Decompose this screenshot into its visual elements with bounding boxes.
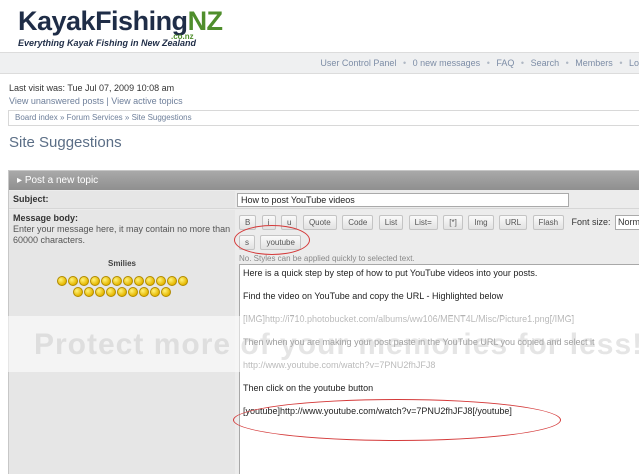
nav-members[interactable]: Members: [575, 58, 613, 68]
smiley-icon[interactable]: [139, 286, 149, 297]
site-logo[interactable]: KayakFishingNZ .co.nz Everything Kayak F…: [18, 6, 223, 48]
smiley-icon[interactable]: [84, 286, 94, 297]
message-line: Find the video on YouTube and copy the U…: [243, 291, 504, 301]
nav-faq[interactable]: FAQ: [496, 58, 514, 68]
smiley-icon[interactable]: [128, 286, 138, 297]
smiley-icon[interactable]: [100, 275, 111, 286]
breadcrumb-board-index[interactable]: Board index: [15, 113, 58, 122]
nav-separator: •: [619, 58, 623, 68]
subject-label: Subject:: [13, 194, 49, 204]
bold-button[interactable]: B: [239, 215, 257, 230]
visit-info: Last visit was: Tue Jul 07, 2009 10:08 a…: [9, 82, 183, 108]
url-button[interactable]: URL: [499, 215, 528, 230]
youtube-button[interactable]: youtube: [260, 235, 301, 250]
list-button[interactable]: List: [378, 215, 404, 230]
smiley-icon[interactable]: [111, 275, 122, 286]
breadcrumb-separator: »: [124, 113, 130, 122]
smiley-icon[interactable]: [150, 286, 160, 297]
message-line: [IMG]http://i710.photobucket.com/albums/…: [243, 314, 575, 324]
message-line: Then when you are making your post paste…: [243, 337, 595, 347]
underline-button[interactable]: u: [281, 215, 298, 230]
breadcrumb-separator: »: [59, 113, 65, 122]
message-line: Then click on the youtube button: [243, 383, 374, 393]
smiley-icon[interactable]: [122, 275, 133, 286]
subject-row: Subject: How to post YouTube videos: [9, 191, 639, 209]
breadcrumb: Board index » Forum Services » Site Sugg…: [8, 110, 639, 126]
ordered-list-button[interactable]: List=: [408, 215, 438, 230]
message-line: Here is a quick step by step of how to p…: [243, 268, 538, 278]
message-body-row: Message body: Enter your message here, i…: [9, 210, 639, 474]
img-button[interactable]: Img: [468, 215, 494, 230]
nav-user-control-panel[interactable]: User Control Panel: [320, 58, 396, 68]
nav-search[interactable]: Search: [531, 58, 560, 68]
bbcode-toolbar: B i u Quote Code List List= [*] Img URL …: [239, 215, 639, 231]
smiley-icon[interactable]: [166, 275, 177, 286]
custom-bbcode-toolbar: s youtube: [239, 235, 302, 251]
smiley-icon[interactable]: [89, 275, 100, 286]
italic-button[interactable]: i: [261, 215, 276, 230]
smiley-icon[interactable]: [133, 275, 144, 286]
smiley-icon[interactable]: [144, 275, 155, 286]
s-button[interactable]: s: [239, 235, 255, 250]
breadcrumb-site-suggestions[interactable]: Site Suggestions: [132, 113, 192, 122]
smiley-icon[interactable]: [73, 286, 83, 297]
font-size-label: Font size:: [571, 217, 611, 227]
smiley-icon[interactable]: [177, 275, 188, 286]
editor: B i u Quote Code List List= [*] Img URL …: [237, 210, 639, 474]
smiley-icon[interactable]: [161, 286, 171, 297]
nav-separator: •: [486, 58, 490, 68]
smiley-icon[interactable]: [67, 275, 78, 286]
flash-button[interactable]: Flash: [532, 215, 565, 230]
user-navbar: User Control Panel • 0 new messages • FA…: [0, 52, 639, 74]
style-hint: No. Styles can be applied quickly to sel…: [239, 254, 415, 263]
smilies-title: Smilies: [107, 259, 136, 268]
smiley-icon[interactable]: [117, 286, 127, 297]
smiley-icon[interactable]: [155, 275, 166, 286]
view-active-topics-link[interactable]: View active topics: [111, 96, 182, 106]
font-size-select[interactable]: Norm: [615, 215, 639, 230]
link-divider: |: [106, 96, 109, 106]
expand-arrow-icon: ▸: [17, 175, 23, 186]
message-body-label: Message body:: [13, 213, 79, 223]
post-form-panel: ▸ Post a new topic Subject: How to post …: [8, 170, 639, 474]
post-panel-header: ▸ Post a new topic: [9, 171, 639, 190]
smiley-icon[interactable]: [95, 286, 105, 297]
site-header: KayakFishingNZ .co.nz Everything Kayak F…: [0, 0, 639, 52]
last-visit-text: Last visit was: Tue Jul 07, 2009 10:08 a…: [9, 83, 175, 93]
post-panel-title: Post a new topic: [24, 175, 99, 186]
message-line: [youtube]http://www.youtube.com/watch?v=…: [243, 406, 512, 416]
smilies-list: [13, 275, 231, 297]
breadcrumb-forum-services[interactable]: Forum Services: [67, 113, 123, 122]
smiley-icon[interactable]: [106, 286, 116, 297]
view-unanswered-link[interactable]: View unanswered posts: [9, 96, 104, 106]
page-title[interactable]: Site Suggestions: [9, 134, 122, 151]
subject-input[interactable]: How to post YouTube videos: [237, 193, 569, 207]
list-item-button[interactable]: [*]: [443, 215, 463, 230]
message-textarea[interactable]: Here is a quick step by step of how to p…: [239, 264, 639, 474]
smiley-icon[interactable]: [56, 275, 67, 286]
code-button[interactable]: Code: [342, 215, 374, 230]
logo-domain: .co.nz: [171, 32, 194, 41]
quote-button[interactable]: Quote: [302, 215, 337, 230]
message-line: http://www.youtube.com/watch?v=7PNU2fhJF…: [243, 360, 436, 370]
nav-new-messages[interactable]: 0 new messages: [413, 58, 481, 68]
nav-separator: •: [520, 58, 525, 68]
nav-logout[interactable]: Lo: [629, 58, 639, 68]
smiley-icon[interactable]: [78, 275, 89, 286]
nav-separator: •: [402, 58, 407, 68]
nav-separator: •: [565, 58, 569, 68]
message-body-hint: Enter your message here, it may contain …: [13, 224, 231, 245]
